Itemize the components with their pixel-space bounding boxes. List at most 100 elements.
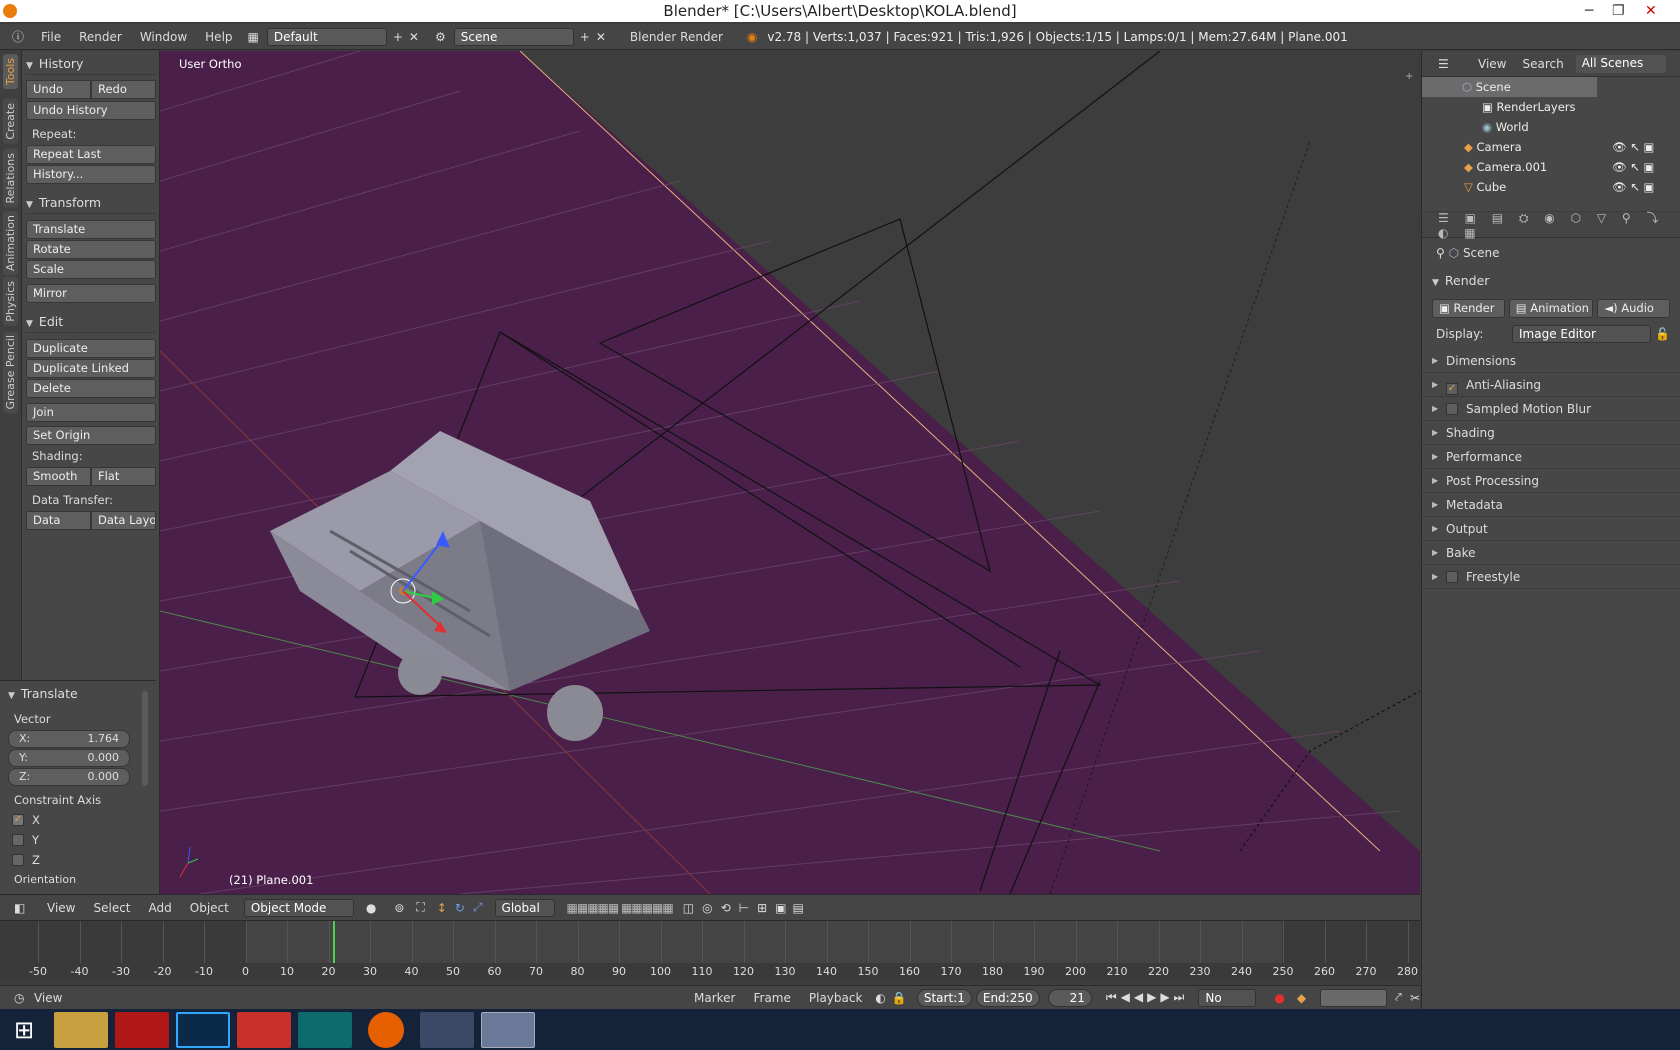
constraint-x-checkbox[interactable]: ✓ X — [0, 810, 156, 830]
snap-element-icon[interactable]: ⊢ — [739, 901, 749, 915]
transform-orientation-selector[interactable]: Global — [494, 898, 555, 917]
constraint-y-checkbox[interactable]: Y — [0, 830, 156, 850]
info-editor-icon[interactable]: ⓘ — [12, 28, 32, 45]
visibility-icons[interactable]: 👁 ↖ ▣ — [1612, 177, 1654, 197]
start-frame-field[interactable]: Start: 1 — [916, 988, 972, 1007]
layout-icon[interactable]: ▦ — [248, 30, 259, 44]
timeline-menu-view[interactable]: View — [25, 991, 685, 1005]
render-button[interactable]: ▣ Render — [1432, 299, 1505, 318]
close-button[interactable]: ✕ — [1645, 0, 1657, 22]
snap-icon[interactable]: ⟲ — [721, 901, 731, 915]
menu-help[interactable]: Help — [196, 30, 241, 44]
delete-button[interactable]: Delete — [26, 379, 156, 398]
section-output[interactable]: Output — [1422, 517, 1680, 541]
outliner-row-camera[interactable]: ◆ Camera 👁 ↖ ▣ — [1422, 137, 1680, 157]
current-frame-marker[interactable] — [332, 921, 335, 963]
remove-scene-icon[interactable]: ✕ — [596, 30, 606, 44]
display-selector[interactable]: Image Editor — [1512, 325, 1652, 343]
scale-manipulator-icon[interactable]: ⤢ — [473, 900, 483, 915]
motion-blur-checkbox[interactable] — [1446, 403, 1458, 415]
tab-tools[interactable]: Tools — [3, 54, 18, 90]
delete-keyframe-icon[interactable]: ✂ — [1410, 991, 1420, 1005]
proportional-edit-icon[interactable]: ◎ — [702, 901, 712, 915]
lock-layers-icon[interactable]: ◫ — [683, 901, 694, 915]
visibility-icons[interactable]: 👁 ↖ ▣ — [1612, 137, 1654, 157]
sync-mode-selector[interactable]: No Sync — [1198, 988, 1257, 1021]
outliner-editor-icon[interactable]: ☰ — [1438, 57, 1468, 71]
freestyle-checkbox[interactable] — [1446, 571, 1458, 583]
timeline-menu-playback[interactable]: Playback — [800, 991, 872, 1005]
outliner-row-world[interactable]: ◉ World — [1422, 117, 1680, 137]
repeat-last-button[interactable]: Repeat Last — [26, 145, 156, 164]
translate-button[interactable]: Translate — [26, 220, 156, 239]
scale-button[interactable]: Scale — [26, 260, 156, 279]
3d-viewport[interactable]: User Ortho (21) Plane.001 + — [160, 51, 1420, 894]
preview-range-icon[interactable]: ◐ — [875, 991, 885, 1005]
tab-grease-pencil[interactable]: Grease Pencil — [3, 331, 18, 414]
tab-physics[interactable]: Physics — [3, 277, 18, 326]
outliner-row-renderlayers[interactable]: ▣ RenderLayers — [1422, 97, 1680, 117]
firefox-icon[interactable] — [368, 1012, 404, 1048]
keying-set-field[interactable] — [1320, 988, 1388, 1007]
current-frame-field[interactable]: 21 — [1047, 988, 1092, 1007]
outliner-menu-view[interactable]: View — [1468, 57, 1516, 71]
layout-selector[interactable]: Default — [266, 27, 387, 46]
playback-controls-icon[interactable]: ⏮◀◀▶▶⏭ — [1106, 990, 1189, 1005]
join-button[interactable]: Join — [26, 403, 156, 422]
operator-scrollbar[interactable] — [142, 691, 148, 786]
timeline-menu-marker[interactable]: Marker — [685, 991, 744, 1005]
duplicate-button[interactable]: Duplicate — [26, 339, 156, 358]
operator-title[interactable]: Translate — [8, 683, 156, 705]
outliner-row-camera-001[interactable]: ◆ Camera.001 👁 ↖ ▣ — [1422, 157, 1680, 177]
section-metadata[interactable]: Metadata — [1422, 493, 1680, 517]
maya-icon[interactable] — [298, 1012, 352, 1048]
editor-type-icon[interactable]: ◧ — [14, 901, 38, 915]
render-engine-selector[interactable]: Blender Render — [630, 30, 735, 44]
pivot-point-icon[interactable]: ⊚ — [394, 901, 404, 915]
add-layout-icon[interactable]: + — [393, 30, 403, 44]
tab-relations[interactable]: Relations — [3, 149, 18, 208]
chrome-icon[interactable] — [420, 1012, 474, 1048]
outliner-row-scene[interactable]: ⬡ Scene — [1422, 77, 1597, 97]
undo-button[interactable]: Undo — [26, 80, 91, 99]
outliner-row-cube[interactable]: ▽ Cube 👁 ↖ ▣ — [1422, 177, 1680, 197]
data-button[interactable]: Data — [26, 511, 91, 530]
vector-y-field[interactable]: Y: 0.000 — [8, 749, 130, 767]
menu-object[interactable]: Object — [181, 901, 238, 915]
section-shading[interactable]: Shading — [1422, 421, 1680, 445]
manipulator-icon[interactable]: ⛶ — [416, 900, 424, 915]
history-panel-header[interactable]: History — [26, 53, 156, 75]
rotate-button[interactable]: Rotate — [26, 240, 156, 259]
pin-icon[interactable]: ⚲ — [1436, 246, 1445, 260]
menu-select[interactable]: Select — [84, 901, 139, 915]
auto-keying-icon[interactable]: ● — [1274, 991, 1284, 1005]
photoshop-icon[interactable] — [176, 1012, 230, 1048]
section-sampled-motion-blur[interactable]: Sampled Motion Blur — [1422, 397, 1680, 421]
flat-button[interactable]: Flat — [91, 467, 156, 486]
section-anti-aliasing[interactable]: ✓ Anti-Aliasing — [1422, 373, 1680, 397]
visibility-icons[interactable]: 👁 ↖ ▣ — [1612, 157, 1654, 177]
undo-history-button[interactable]: Undo History — [26, 101, 156, 120]
timeline-editor[interactable]: -50 -40 -30 -20 -10 0 10 20 30 40 50 60 70 80 90 100 110… — [0, 920, 1420, 978]
menu-window[interactable]: Window — [131, 30, 196, 44]
lock-icon[interactable]: 🔓 — [1655, 327, 1670, 341]
add-scene-icon[interactable]: + — [580, 30, 590, 44]
history-button[interactable]: History... — [26, 165, 156, 184]
translate-manipulator-icon[interactable]: ↕ — [437, 901, 447, 915]
windows-start-icon[interactable]: ⊞ — [4, 1012, 44, 1048]
insert-keyframe-icon[interactable]: ⤤ — [1395, 990, 1402, 1005]
scene-selector[interactable]: Scene — [453, 27, 574, 46]
minimize-button[interactable]: ─ — [1585, 0, 1593, 22]
outliner-menu-search[interactable]: Search — [1516, 57, 1569, 71]
viewport-shading-icon[interactable]: ● — [366, 901, 376, 915]
edit-panel-header[interactable]: Edit — [26, 311, 156, 333]
outliner-display-filter[interactable]: All Scenes — [1575, 54, 1666, 73]
vector-z-field[interactable]: Z: 0.000 — [8, 768, 130, 786]
remove-layout-icon[interactable]: ✕ — [409, 30, 419, 44]
acrobat-icon[interactable] — [115, 1012, 169, 1048]
keyframe-icon[interactable]: ◆ — [1297, 991, 1306, 1005]
render-panel-header[interactable]: Render — [1432, 270, 1680, 294]
lock-icon[interactable]: 🔒 — [892, 991, 907, 1005]
timeline-menu-frame[interactable]: Frame — [744, 991, 799, 1005]
duplicate-linked-button[interactable]: Duplicate Linked — [26, 359, 156, 378]
